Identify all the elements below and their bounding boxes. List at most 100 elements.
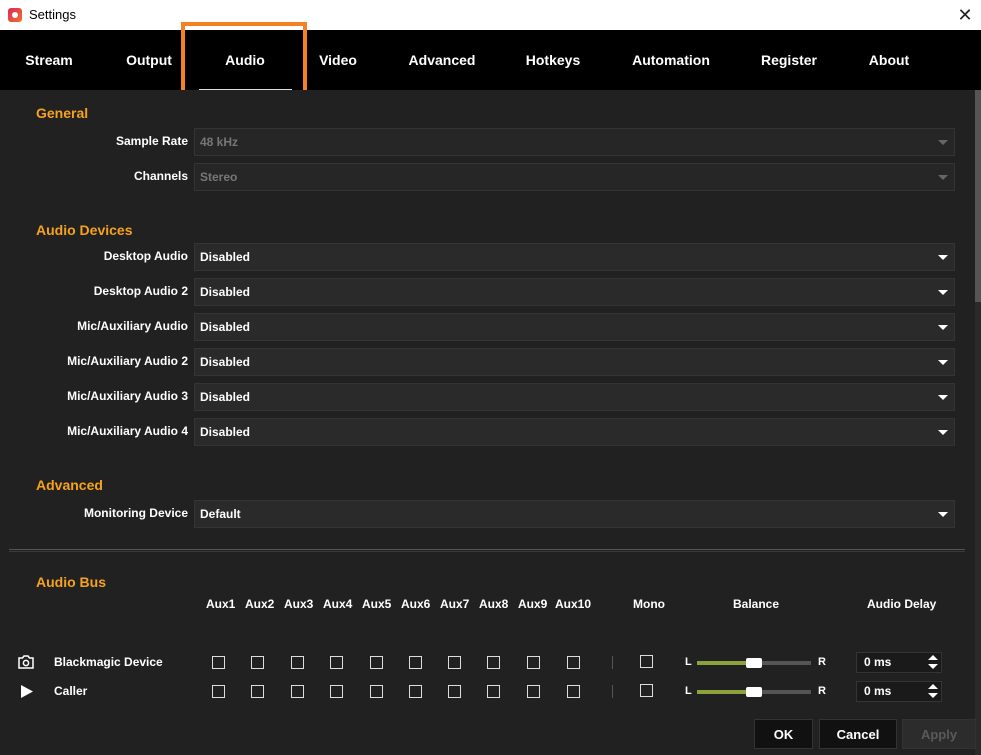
aux3-checkbox[interactable]: [291, 685, 304, 698]
app-logo-icon: [8, 8, 22, 22]
play-icon: [21, 685, 33, 698]
sample-rate-value: 48 kHz: [200, 135, 239, 149]
tab-video[interactable]: Video: [303, 30, 373, 90]
column-header-aux6: Aux6: [401, 597, 431, 611]
aux9-checkbox[interactable]: [527, 656, 540, 669]
spin-up-icon[interactable]: [928, 684, 938, 689]
close-icon[interactable]: ✕: [955, 5, 975, 25]
section-divider-shadow: [9, 551, 965, 552]
mic-aux-audio-2-value: Disabled: [200, 355, 251, 369]
scrollbar-thumb[interactable]: [975, 90, 981, 302]
desktop-audio-label: Desktop Audio: [103, 249, 188, 263]
aux6-checkbox[interactable]: [409, 685, 422, 698]
spin-up-icon[interactable]: [928, 655, 938, 660]
tab-bar: Stream Output Audio Video Advanced Hotke…: [0, 30, 981, 90]
monitoring-device-value: Default: [200, 507, 241, 521]
desktop-audio-2-value: Disabled: [200, 285, 251, 299]
apply-button[interactable]: Apply: [902, 719, 976, 749]
cancel-button[interactable]: Cancel: [819, 719, 897, 749]
chevron-down-icon: [938, 395, 948, 400]
chevron-down-icon: [938, 255, 948, 260]
aux7-checkbox[interactable]: [448, 656, 461, 669]
aux1-checkbox[interactable]: [212, 685, 225, 698]
section-title-audio-devices: Audio Devices: [36, 222, 133, 238]
balance-left-label: L: [685, 656, 692, 668]
balance-right-label: R: [818, 656, 826, 668]
aux2-checkbox[interactable]: [251, 656, 264, 669]
mic-aux-audio-4-dropdown[interactable]: Disabled: [194, 418, 955, 446]
column-header-aux2: Aux2: [245, 597, 275, 611]
audio-delay-value: 0 ms: [864, 684, 892, 698]
audio-delay-spinbox[interactable]: 0 ms: [856, 681, 942, 702]
column-header-aux7: Aux7: [440, 597, 470, 611]
sample-rate-dropdown[interactable]: 48 kHz: [194, 128, 955, 156]
column-header-aux8: Aux8: [479, 597, 509, 611]
tab-register[interactable]: Register: [753, 30, 825, 90]
column-header-aux9: Aux9: [518, 597, 548, 611]
aux4-checkbox[interactable]: [330, 656, 343, 669]
spin-down-icon[interactable]: [928, 664, 938, 669]
column-header-aux10: Aux10: [555, 597, 592, 611]
tab-advanced[interactable]: Advanced: [400, 30, 484, 90]
aux5-checkbox[interactable]: [370, 656, 383, 669]
aux10-checkbox[interactable]: [567, 685, 580, 698]
aux7-checkbox[interactable]: [448, 685, 461, 698]
channels-dropdown[interactable]: Stereo: [194, 163, 955, 191]
column-separator: [612, 656, 613, 669]
balance-slider-handle[interactable]: [746, 687, 762, 697]
desktop-audio-2-dropdown[interactable]: Disabled: [194, 278, 955, 306]
ok-button[interactable]: OK: [754, 719, 813, 749]
column-header-aux5: Aux5: [362, 597, 392, 611]
tab-hotkeys[interactable]: Hotkeys: [518, 30, 588, 90]
column-header-aux4: Aux4: [323, 597, 353, 611]
vertical-scrollbar[interactable]: [975, 90, 981, 755]
section-divider: [9, 549, 965, 550]
mic-aux-audio-label: Mic/Auxiliary Audio: [77, 319, 188, 333]
column-header-audio-delay: Audio Delay: [867, 597, 937, 611]
sample-rate-label: Sample Rate: [115, 134, 188, 148]
section-title-audio-bus: Audio Bus: [36, 574, 106, 590]
aux6-checkbox[interactable]: [409, 656, 422, 669]
tab-automation[interactable]: Automation: [626, 30, 716, 90]
balance-slider[interactable]: [697, 658, 811, 668]
desktop-audio-dropdown[interactable]: Disabled: [194, 243, 955, 271]
chevron-down-icon: [938, 360, 948, 365]
audio-delay-value: 0 ms: [864, 655, 892, 669]
active-tab-highlight-box: [181, 22, 307, 96]
audio-delay-spinbox[interactable]: 0 ms: [856, 652, 942, 673]
mic-aux-audio-dropdown[interactable]: Disabled: [194, 313, 955, 341]
section-title-advanced: Advanced: [36, 477, 103, 493]
tab-output[interactable]: Output: [114, 30, 184, 90]
mono-checkbox[interactable]: [640, 655, 653, 668]
balance-slider-handle[interactable]: [746, 658, 762, 668]
mic-aux-audio-3-dropdown[interactable]: Disabled: [194, 383, 955, 411]
mic-aux-audio-value: Disabled: [200, 320, 251, 334]
aux10-checkbox[interactable]: [567, 656, 580, 669]
aux4-checkbox[interactable]: [330, 685, 343, 698]
aux2-checkbox[interactable]: [251, 685, 264, 698]
mic-aux-audio-4-label: Mic/Auxiliary Audio 4: [67, 424, 188, 438]
column-separator: [612, 685, 613, 698]
mono-checkbox[interactable]: [640, 684, 653, 697]
channels-value: Stereo: [200, 170, 238, 184]
tab-about[interactable]: About: [860, 30, 918, 90]
tab-stream[interactable]: Stream: [14, 30, 84, 90]
window-title: Settings: [29, 7, 76, 22]
balance-left-label: L: [685, 685, 692, 697]
aux8-checkbox[interactable]: [487, 656, 500, 669]
spin-down-icon[interactable]: [928, 693, 938, 698]
aux3-checkbox[interactable]: [291, 656, 304, 669]
camera-icon: [18, 655, 34, 669]
desktop-audio-value: Disabled: [200, 250, 251, 264]
aux8-checkbox[interactable]: [487, 685, 500, 698]
balance-right-label: R: [818, 685, 826, 697]
aux5-checkbox[interactable]: [370, 685, 383, 698]
monitoring-device-dropdown[interactable]: Default: [194, 500, 955, 528]
aux1-checkbox[interactable]: [212, 656, 225, 669]
aux9-checkbox[interactable]: [527, 685, 540, 698]
mic-aux-audio-2-dropdown[interactable]: Disabled: [194, 348, 955, 376]
mic-aux-audio-4-value: Disabled: [200, 425, 251, 439]
column-header-aux3: Aux3: [284, 597, 314, 611]
channels-label: Channels: [133, 169, 188, 183]
balance-slider[interactable]: [697, 687, 811, 697]
